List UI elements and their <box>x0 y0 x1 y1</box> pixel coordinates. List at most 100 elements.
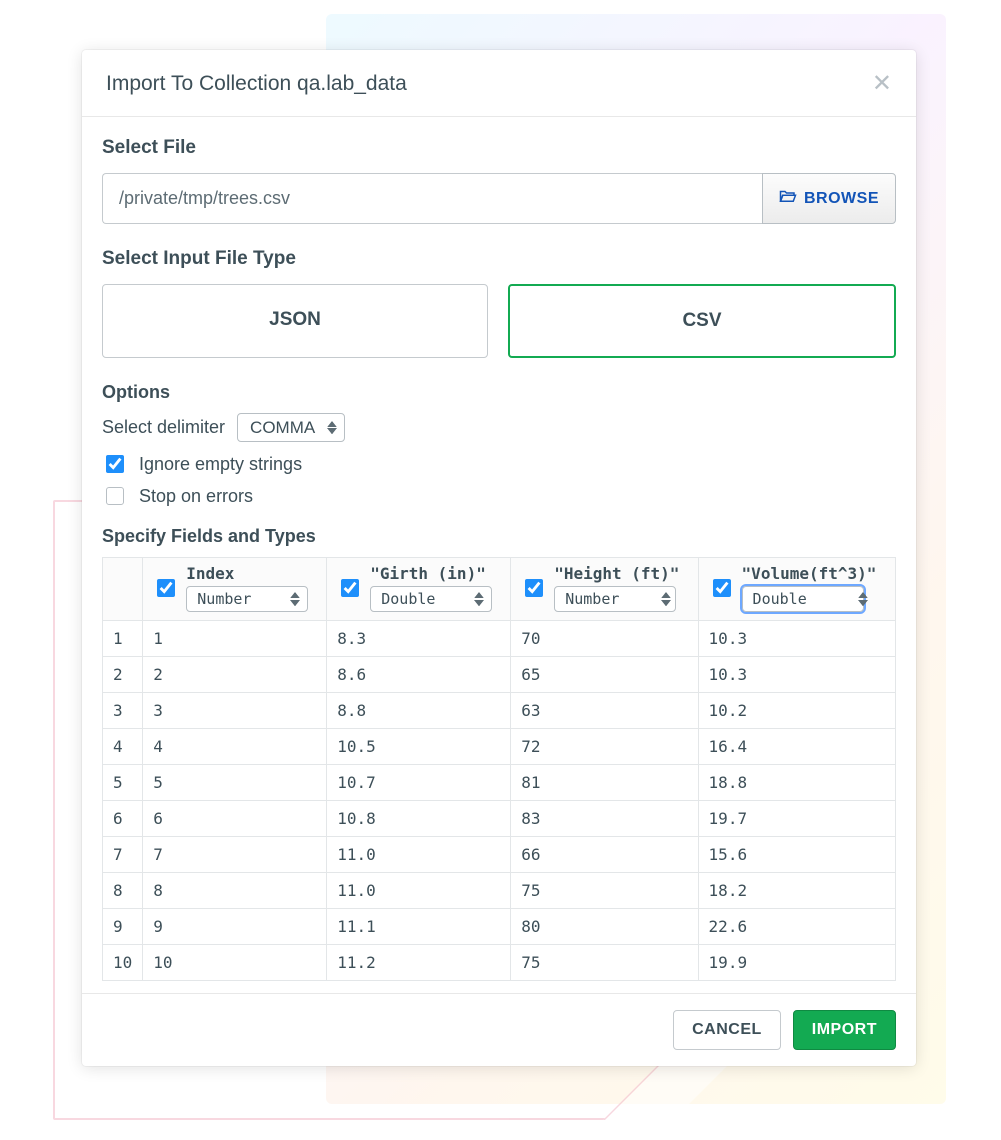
column-include-checkbox[interactable] <box>525 579 543 597</box>
data-cell: 75 <box>511 945 698 981</box>
import-button[interactable]: IMPORT <box>793 1010 896 1050</box>
data-cell: 11.2 <box>327 945 511 981</box>
column-header: "Height (ft)" Number <box>511 558 698 621</box>
fields-label: Specify Fields and Types <box>102 526 896 547</box>
data-cell: 2 <box>143 657 327 693</box>
ignore-empty-checkbox[interactable] <box>106 455 124 473</box>
data-cell: 10.5 <box>327 729 511 765</box>
data-cell: 22.6 <box>698 909 895 945</box>
column-type-select[interactable]: Number <box>186 586 308 612</box>
table-row: 118.37010.3 <box>103 621 896 657</box>
data-cell: 10.2 <box>698 693 895 729</box>
data-cell: 3 <box>143 693 327 729</box>
row-number: 8 <box>103 873 143 909</box>
column-include-checkbox[interactable] <box>157 579 175 597</box>
row-number: 5 <box>103 765 143 801</box>
row-number: 3 <box>103 693 143 729</box>
data-cell: 9 <box>143 909 327 945</box>
data-cell: 10 <box>143 945 327 981</box>
data-cell: 65 <box>511 657 698 693</box>
data-cell: 19.9 <box>698 945 895 981</box>
column-type-select[interactable]: Number <box>554 586 676 612</box>
data-cell: 18.2 <box>698 873 895 909</box>
file-type-json[interactable]: JSON <box>102 284 488 358</box>
delimiter-row: Select delimiter COMMA <box>102 413 896 442</box>
column-header: Index Number <box>143 558 327 621</box>
column-type-select[interactable]: Double <box>370 586 492 612</box>
data-cell: 75 <box>511 873 698 909</box>
file-type-row: JSON CSV <box>102 284 896 358</box>
delimiter-select[interactable]: COMMA <box>237 413 345 442</box>
data-cell: 8 <box>143 873 327 909</box>
column-name: "Volume(ft^3)" <box>742 564 877 583</box>
data-cell: 10.7 <box>327 765 511 801</box>
data-cell: 83 <box>511 801 698 837</box>
data-cell: 15.6 <box>698 837 895 873</box>
column-name: "Height (ft)" <box>554 564 679 583</box>
data-cell: 10.3 <box>698 657 895 693</box>
data-cell: 63 <box>511 693 698 729</box>
table-row: 9911.18022.6 <box>103 909 896 945</box>
data-cell: 6 <box>143 801 327 837</box>
data-cell: 8.3 <box>327 621 511 657</box>
data-cell: 10.3 <box>698 621 895 657</box>
folder-open-icon <box>779 189 797 208</box>
rownum-header <box>103 558 143 621</box>
data-cell: 80 <box>511 909 698 945</box>
row-number: 6 <box>103 801 143 837</box>
data-cell: 8.6 <box>327 657 511 693</box>
column-name: Index <box>186 564 308 583</box>
select-file-label: Select File <box>102 137 896 159</box>
preview-table: Index Number "Girth (in)" Double "Height (ft… <box>102 557 896 981</box>
stop-errors-checkbox[interactable] <box>106 487 124 505</box>
file-path-input[interactable] <box>102 173 762 224</box>
data-cell: 1 <box>143 621 327 657</box>
cancel-button[interactable]: CANCEL <box>673 1010 781 1050</box>
data-cell: 4 <box>143 729 327 765</box>
table-row: 338.86310.2 <box>103 693 896 729</box>
file-type-csv[interactable]: CSV <box>508 284 896 358</box>
browse-label: BROWSE <box>804 190 879 208</box>
table-row: 4410.57216.4 <box>103 729 896 765</box>
options-label: Options <box>102 382 896 403</box>
table-row: 101011.27519.9 <box>103 945 896 981</box>
data-cell: 5 <box>143 765 327 801</box>
row-number: 4 <box>103 729 143 765</box>
column-type-select[interactable]: Double <box>742 586 864 612</box>
data-cell: 11.0 <box>327 837 511 873</box>
file-row: BROWSE <box>102 173 896 224</box>
data-cell: 8.8 <box>327 693 511 729</box>
row-number: 10 <box>103 945 143 981</box>
data-cell: 18.8 <box>698 765 895 801</box>
delimiter-label: Select delimiter <box>102 417 225 438</box>
browse-button[interactable]: BROWSE <box>762 173 896 224</box>
data-cell: 11.1 <box>327 909 511 945</box>
row-number: 7 <box>103 837 143 873</box>
modal-title: Import To Collection qa.lab_data <box>106 72 407 96</box>
stop-errors-row: Stop on errors <box>102 484 896 508</box>
modal-body: Select File BROWSE Select Input File Typ… <box>82 117 916 993</box>
table-row: 7711.06615.6 <box>103 837 896 873</box>
row-number: 2 <box>103 657 143 693</box>
row-number: 1 <box>103 621 143 657</box>
data-cell: 19.7 <box>698 801 895 837</box>
data-cell: 16.4 <box>698 729 895 765</box>
column-include-checkbox[interactable] <box>341 579 359 597</box>
table-row: 5510.78118.8 <box>103 765 896 801</box>
data-cell: 81 <box>511 765 698 801</box>
table-row: 6610.88319.7 <box>103 801 896 837</box>
data-cell: 11.0 <box>327 873 511 909</box>
close-icon[interactable]: ✕ <box>872 72 892 96</box>
import-modal: Import To Collection qa.lab_data ✕ Selec… <box>82 50 916 1066</box>
column-header: "Volume(ft^3)" Double <box>698 558 895 621</box>
column-name: "Girth (in)" <box>370 564 492 583</box>
row-number: 9 <box>103 909 143 945</box>
column-include-checkbox[interactable] <box>713 579 731 597</box>
select-type-label: Select Input File Type <box>102 248 896 270</box>
data-cell: 7 <box>143 837 327 873</box>
stop-errors-label: Stop on errors <box>139 486 253 507</box>
table-row: 8811.07518.2 <box>103 873 896 909</box>
column-header: "Girth (in)" Double <box>327 558 511 621</box>
ignore-empty-label: Ignore empty strings <box>139 454 302 475</box>
table-row: 228.66510.3 <box>103 657 896 693</box>
